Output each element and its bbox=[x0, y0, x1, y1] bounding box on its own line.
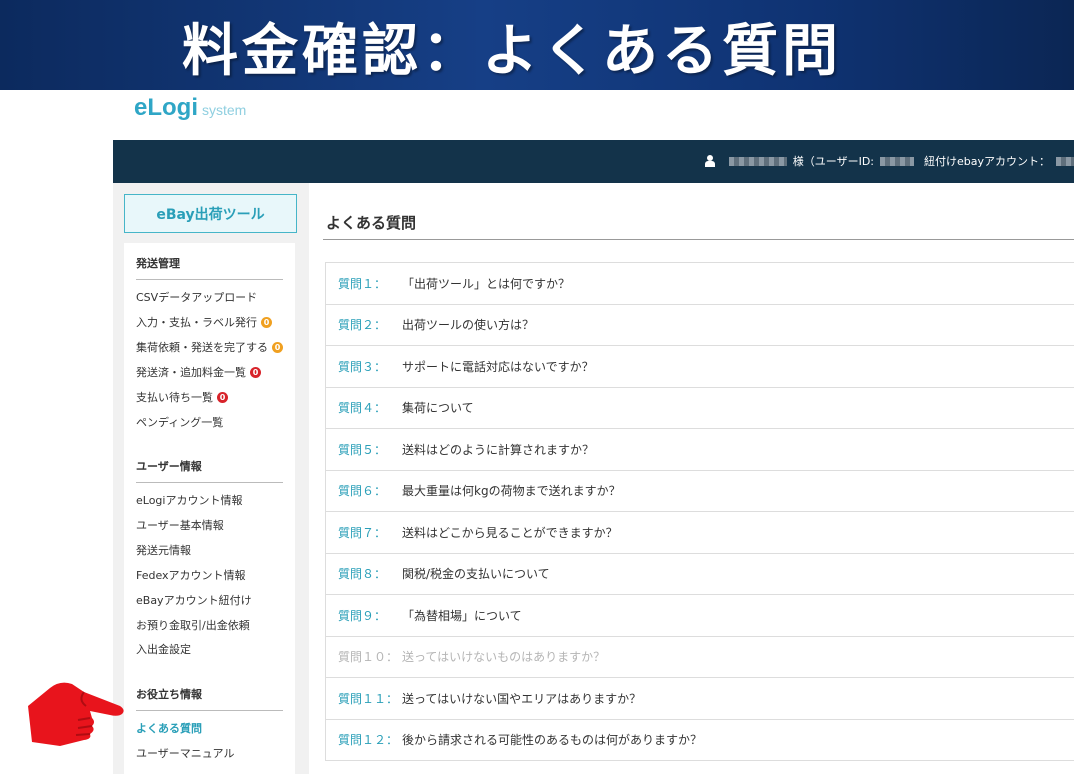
faq-number: 質問１１： bbox=[338, 691, 399, 706]
user-info: 様（ユーザーID: 紐付けebayアカウント： bbox=[704, 153, 1074, 169]
pointing-hand-icon bbox=[28, 682, 124, 746]
redacted-ebay-account bbox=[1056, 156, 1074, 166]
sidebar-item-label: お預り金取引/出金依頼 bbox=[136, 619, 250, 632]
sidebar-item-label: ユーザー基本情報 bbox=[136, 519, 224, 532]
linked-account-label: 紐付けebayアカウント： bbox=[924, 155, 1050, 168]
sidebar-item-shipped-list[interactable]: 発送済・追加料金一覧 0 bbox=[136, 364, 261, 380]
faq-item[interactable]: 質問４： 集荷について bbox=[325, 387, 1074, 429]
section-title-user-info: ユーザー情報 bbox=[136, 458, 283, 483]
faq-number: 質問２： bbox=[338, 318, 387, 333]
sidebar-item-payment-settings[interactable]: 入出金設定 bbox=[136, 641, 191, 657]
faq-question: 関税/税金の支払いについて bbox=[402, 567, 550, 582]
sidebar-item-fedex-account[interactable]: Fedexアカウント情報 bbox=[136, 567, 246, 583]
sidebar-item-elogi-account[interactable]: eLogiアカウント情報 bbox=[136, 492, 242, 508]
sidebar-item-label: 支払い待ち一覧 bbox=[136, 391, 213, 404]
sidebar-item-csv-upload[interactable]: CSVデータアップロード bbox=[136, 289, 257, 305]
ebay-shipping-tool-button[interactable]: eBay出荷ツール bbox=[124, 194, 297, 233]
user-id-label: 様（ユーザーID: bbox=[792, 155, 874, 168]
sidebar-item-label: よくある質問 bbox=[136, 722, 202, 735]
sidebar-item-label: CSVデータアップロード bbox=[136, 291, 258, 304]
logo-main: eLogi bbox=[134, 94, 198, 121]
top-navbar: 様（ユーザーID: 紐付けebayアカウント： bbox=[113, 140, 1074, 183]
sidebar-item-pickup-complete[interactable]: 集荷依頼・発送を完了する 0 bbox=[136, 339, 283, 355]
app-logo[interactable]: eLogi system bbox=[134, 94, 246, 122]
faq-number: 質問５： bbox=[338, 442, 387, 457]
sidebar-item-label: ペンディング一覧 bbox=[136, 416, 224, 429]
title-divider bbox=[323, 239, 1074, 240]
sidebar-menu: 発送管理 CSVデータアップロード 入力・支払・ラベル発行 0 集荷依頼・発送を完… bbox=[124, 243, 295, 774]
count-badge: 0 bbox=[272, 341, 283, 353]
sidebar-item-label: eBayアカウント紐付け bbox=[136, 594, 252, 607]
sidebar-item-faq[interactable]: よくある質問 bbox=[136, 720, 202, 736]
faq-question: 送ってはいけない国やエリアはありますか？ bbox=[402, 691, 642, 706]
faq-item[interactable]: 質問６： 最大重量は何kgの荷物まで送れますか？ bbox=[325, 470, 1074, 512]
redacted-username bbox=[728, 156, 787, 166]
faq-question: 集荷について bbox=[402, 401, 474, 416]
faq-question: サポートに電話対応はないですか？ bbox=[402, 359, 594, 374]
faq-item[interactable]: 質問８： 関税/税金の支払いについて bbox=[325, 553, 1074, 595]
sidebar-item-user-manual[interactable]: ユーザーマニュアル bbox=[136, 745, 234, 761]
faq-number: 質問９： bbox=[338, 608, 387, 623]
sidebar-item-label: 入出金設定 bbox=[136, 643, 191, 656]
faq-number: 質問１２： bbox=[338, 733, 399, 748]
faq-item[interactable]: 質問３： サポートに電話対応はないですか？ bbox=[325, 346, 1074, 388]
faq-number: 質問１０： bbox=[338, 650, 399, 665]
faq-item[interactable]: 質問２： 出荷ツールの使い方は？ bbox=[325, 304, 1074, 346]
sidebar-item-pending-list[interactable]: ペンディング一覧 bbox=[136, 414, 223, 430]
title-banner: 料金確認：よくある質問 bbox=[0, 0, 1074, 90]
logo-sub: system bbox=[202, 102, 247, 118]
count-badge: 0 bbox=[261, 316, 272, 328]
faq-list: 質問１： 「出荷ツール」とは何ですか？ 質問２： 出荷ツールの使い方は？ 質問３： サ… bbox=[325, 262, 1074, 761]
sidebar-item-label: ユーザーマニュアル bbox=[136, 747, 235, 760]
sidebar-item-label: eLogiアカウント情報 bbox=[136, 494, 243, 507]
banner-title: 料金確認：よくある質問 bbox=[182, 19, 842, 84]
sidebar-item-ebay-link[interactable]: eBayアカウント紐付け bbox=[136, 592, 252, 608]
faq-question: 後から請求される可能性のあるものは何がありますか？ bbox=[402, 733, 703, 748]
sidebar-item-awaiting-payment[interactable]: 支払い待ち一覧 0 bbox=[136, 389, 228, 405]
faq-item[interactable]: 質問５： 送料はどのように計算されますか？ bbox=[325, 429, 1074, 471]
faq-item[interactable]: 質問１０： 送ってはいけないものはありますか？ bbox=[325, 636, 1074, 678]
section-title-shipping: 発送管理 bbox=[136, 255, 283, 280]
faq-question: 出荷ツールの使い方は？ bbox=[402, 318, 535, 333]
faq-number: 質問６： bbox=[338, 484, 387, 499]
sidebar-item-label: 発送済・追加料金一覧 bbox=[136, 366, 246, 379]
redacted-user-id bbox=[880, 156, 914, 166]
faq-number: 質問１： bbox=[338, 276, 387, 291]
faq-question: 「出荷ツール」とは何ですか？ bbox=[402, 276, 571, 291]
count-badge: 0 bbox=[250, 366, 261, 378]
faq-number: 質問７： bbox=[338, 525, 387, 540]
user-icon bbox=[704, 155, 715, 167]
sidebar-item-label: 発送元情報 bbox=[136, 544, 191, 557]
faq-number: 質問８： bbox=[338, 567, 387, 582]
faq-item[interactable]: 質問９： 「為替相場」について bbox=[325, 595, 1074, 637]
faq-item[interactable]: 質問１： 「出荷ツール」とは何ですか？ bbox=[325, 263, 1074, 305]
faq-item[interactable]: 質問１２： 後から請求される可能性のあるものは何がありますか？ bbox=[325, 719, 1074, 761]
section-title-useful-info: お役立ち情報 bbox=[136, 686, 283, 711]
faq-number: 質問３： bbox=[338, 359, 387, 374]
count-badge: 0 bbox=[217, 391, 228, 403]
sidebar-item-user-basic-info[interactable]: ユーザー基本情報 bbox=[136, 517, 224, 533]
faq-question: 送料はどのように計算されますか？ bbox=[402, 442, 595, 457]
faq-question: 送ってはいけないものはありますか？ bbox=[402, 650, 606, 665]
faq-number: 質問４： bbox=[338, 401, 387, 416]
sidebar-item-deposit-withdrawal[interactable]: お預り金取引/出金依頼 bbox=[136, 617, 250, 633]
faq-item[interactable]: 質問７： 送料はどこから見ることができますか？ bbox=[325, 512, 1074, 554]
sidebar-item-label: 入力・支払・ラベル発行 bbox=[136, 316, 257, 329]
faq-question: 「為替相場」について bbox=[402, 608, 522, 623]
faq-item[interactable]: 質問１１： 送ってはいけない国やエリアはありますか？ bbox=[325, 678, 1074, 720]
faq-question: 最大重量は何kgの荷物まで送れますか？ bbox=[402, 484, 621, 499]
page-title: よくある質問 bbox=[326, 214, 417, 232]
sidebar-item-label: Fedexアカウント情報 bbox=[136, 569, 246, 582]
faq-question: 送料はどこから見ることができますか？ bbox=[402, 525, 618, 540]
sidebar-item-input-payment-label[interactable]: 入力・支払・ラベル発行 0 bbox=[136, 314, 272, 330]
sidebar-item-sender-info[interactable]: 発送元情報 bbox=[136, 542, 191, 558]
sidebar-item-label: 集荷依頼・発送を完了する bbox=[136, 341, 268, 354]
